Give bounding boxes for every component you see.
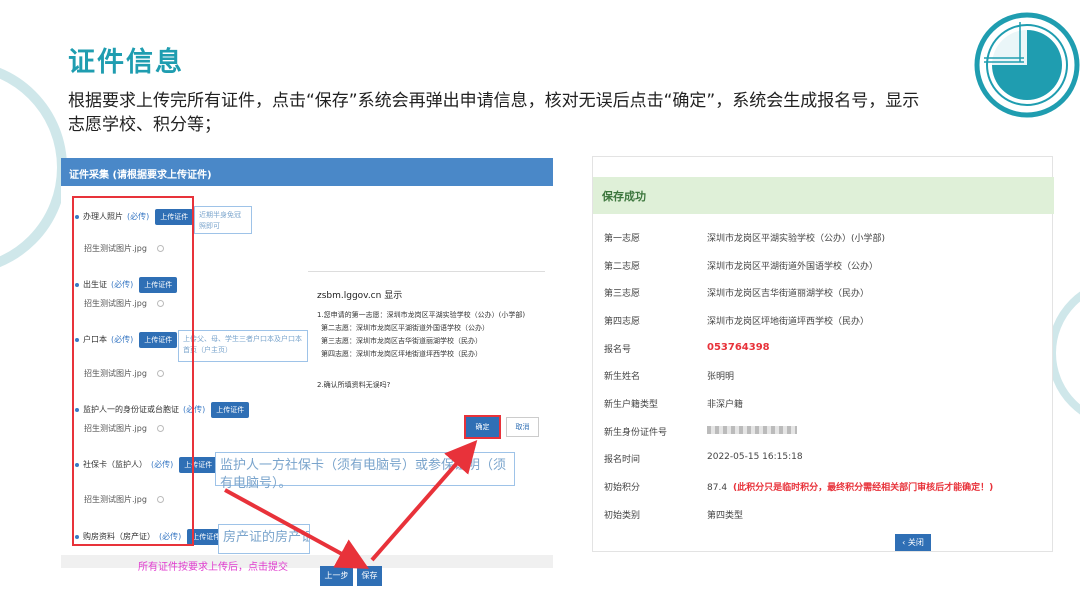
dialog-line: 第二志愿：深圳市龙岗区平湖街道外国语学校（公办） (321, 324, 489, 332)
slide-description: 根据要求上传完所有证件，点击“保存”系统会再弹出申请信息，核对无误后点击“确定”… (68, 91, 920, 135)
form-header: 证件采集 (请根据要求上传证件) (61, 158, 553, 186)
upload-button[interactable]: 上传证件 (211, 402, 250, 418)
slide: 证件信息 根据要求上传完所有证件，点击“保存”系统会再弹出申请信息，核对无误后点… (0, 0, 1080, 608)
confirm-dialog: zsbm.lggov.cn 显示 1.您申请的第一志愿：深圳市龙岗区平湖实验学校… (308, 271, 545, 443)
form-bottom-bar (61, 555, 553, 568)
save-button[interactable]: 保存 (357, 566, 382, 586)
hint-house: 房产证的房产证页 (218, 524, 310, 554)
redacted-id (707, 425, 797, 434)
dialog-line: 第四志愿：深圳市龙岗区坪地街道坪西学校（民办） (321, 350, 482, 358)
highlight-box (72, 196, 194, 546)
confirm-cancel-button[interactable]: 取消 (506, 417, 539, 437)
submit-note: 所有证件按要求上传后，点击提交 (138, 562, 288, 573)
dialog-question: 2.确认所填资料无误吗? (317, 381, 391, 389)
prev-step-button[interactable]: 上一步 (320, 566, 353, 586)
dialog-line: 1.您申请的第一志愿：深圳市龙岗区平湖实验学校（公办）(小学部) (317, 311, 526, 319)
dialog-line: 第三志愿：深圳市龙岗区吉华街道丽湖学校（民办） (321, 337, 482, 345)
dialog-title: zsbm.lggov.cn 显示 (317, 291, 403, 301)
hint-photo: 近期半身免冠照即可 (194, 206, 252, 234)
slide-title: 证件信息 (68, 47, 184, 78)
result-screenshot: 保存成功 第一志愿 深圳市龙岗区平湖实验学校（公办）(小学部) 第二志愿 深圳市龙岗… (592, 156, 1054, 552)
hint-social: 监护人一方社保卡（须有电脑号）或参保证明（须有电脑号）。 (215, 452, 515, 491)
decorative-arc-left (0, 60, 67, 275)
hint-hukou: 上传父、母、学生三者户口本及户口本首页（户主页） (178, 330, 308, 362)
success-banner: 保存成功 (593, 177, 1054, 214)
logo-icon (974, 12, 1080, 118)
confirm-ok-button[interactable]: 确定 (464, 415, 501, 439)
close-button[interactable]: ‹ 关闭 (895, 534, 931, 551)
